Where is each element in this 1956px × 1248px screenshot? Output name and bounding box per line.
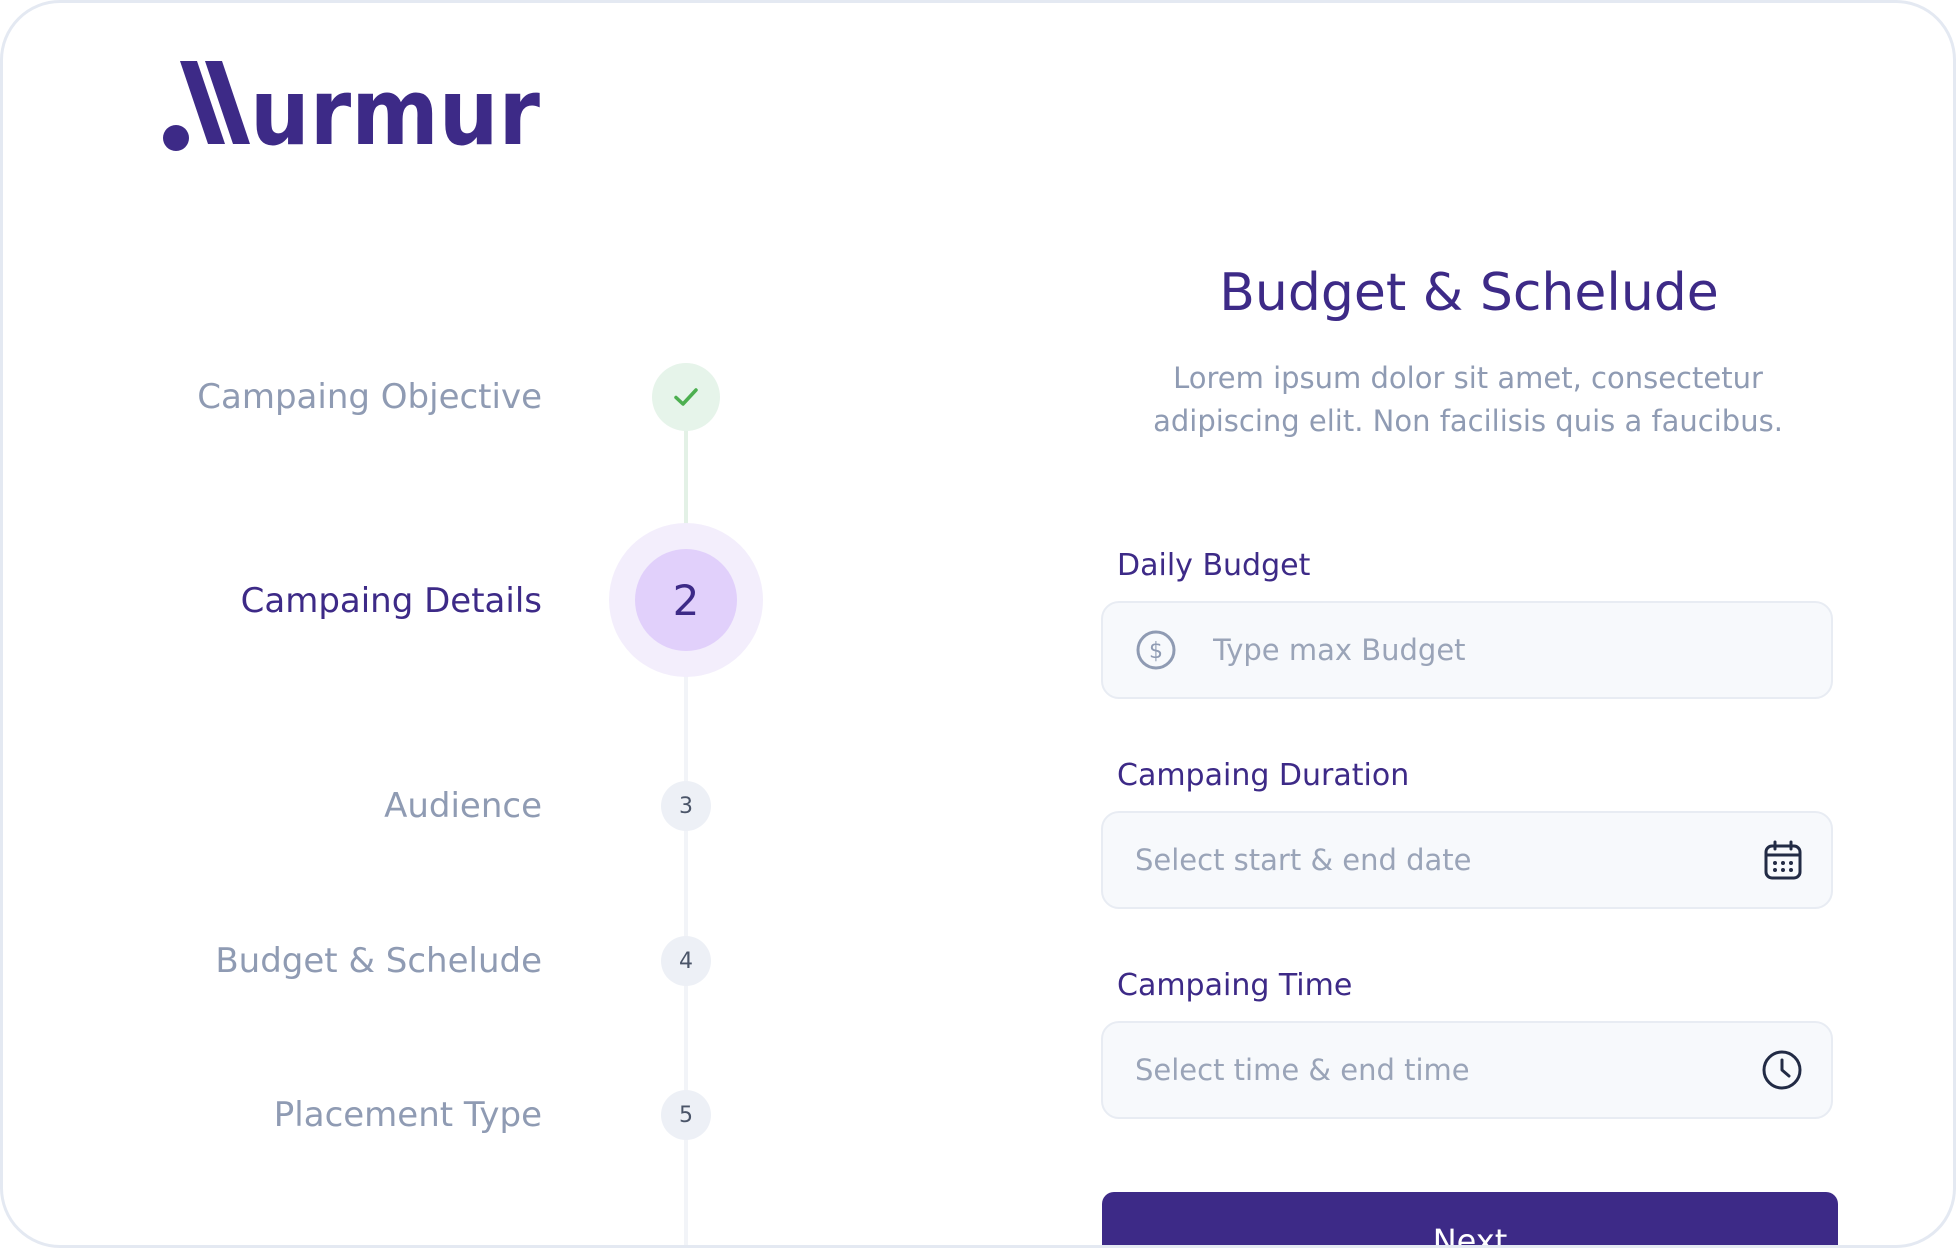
daily-budget-label: Daily Budget bbox=[1117, 548, 1311, 583]
step-label-placement-type[interactable]: Placement Type bbox=[274, 1098, 542, 1132]
form-title: Budget & Schelude bbox=[1219, 263, 1719, 323]
step-4-indicator[interactable]: 4 bbox=[661, 936, 711, 986]
step-2-current-indicator[interactable]: 2 bbox=[635, 549, 737, 651]
svg-text:$: $ bbox=[1149, 639, 1163, 664]
next-button[interactable]: Next bbox=[1102, 1192, 1838, 1245]
step-1-completed-indicator[interactable] bbox=[652, 363, 720, 431]
form-description: Lorem ipsum dolor sit amet, consectetur … bbox=[1153, 361, 1783, 438]
step-label-campaign-details[interactable]: Campaing Details bbox=[241, 584, 542, 618]
campaign-duration-input[interactable] bbox=[1135, 813, 1715, 907]
campaign-time-label: Campaing Time bbox=[1117, 968, 1353, 1003]
murmur-logo: urmur bbox=[163, 59, 541, 155]
campaign-duration-field[interactable] bbox=[1101, 811, 1833, 909]
daily-budget-field[interactable]: $ bbox=[1101, 601, 1833, 699]
step-label-campaign-objective[interactable]: Campaing Objective bbox=[197, 380, 542, 414]
check-icon bbox=[674, 388, 698, 406]
stepper-line-pending bbox=[684, 598, 688, 1245]
campaign-time-field[interactable] bbox=[1101, 1021, 1833, 1119]
step-label-budget-schedule[interactable]: Budget & Schelude bbox=[215, 944, 542, 978]
daily-budget-input[interactable] bbox=[1213, 603, 1803, 697]
clock-icon[interactable] bbox=[1761, 1049, 1803, 1091]
calendar-icon[interactable] bbox=[1763, 839, 1803, 881]
svg-text:urmur: urmur bbox=[250, 59, 541, 155]
campaign-time-input[interactable] bbox=[1135, 1023, 1715, 1117]
step-label-audience[interactable]: Audience bbox=[384, 789, 542, 823]
step-3-indicator[interactable]: 3 bbox=[661, 781, 711, 831]
app-window: urmur Campaing Objective Campaing Detail… bbox=[0, 0, 1956, 1248]
step-5-indicator[interactable]: 5 bbox=[661, 1090, 711, 1140]
dollar-circle-icon: $ bbox=[1136, 630, 1176, 670]
campaign-duration-label: Campaing Duration bbox=[1117, 758, 1410, 793]
